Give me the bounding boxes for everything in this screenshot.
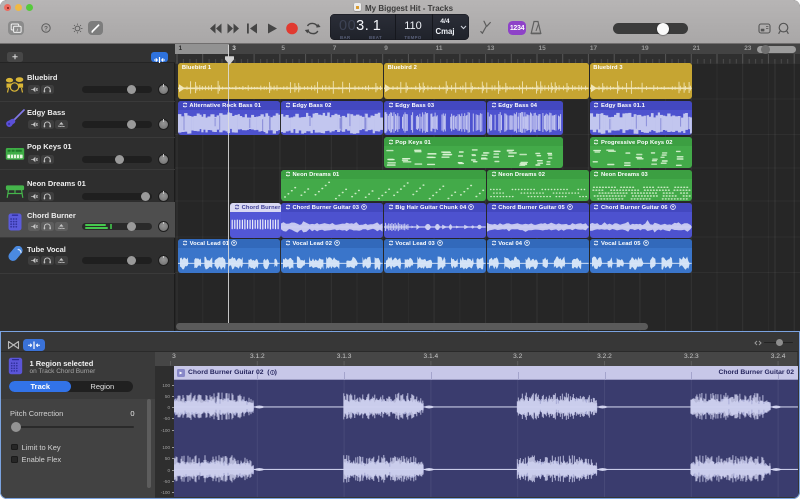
svg-text:?: ? bbox=[44, 25, 48, 32]
svg-text:♪: ♪ bbox=[15, 27, 18, 33]
